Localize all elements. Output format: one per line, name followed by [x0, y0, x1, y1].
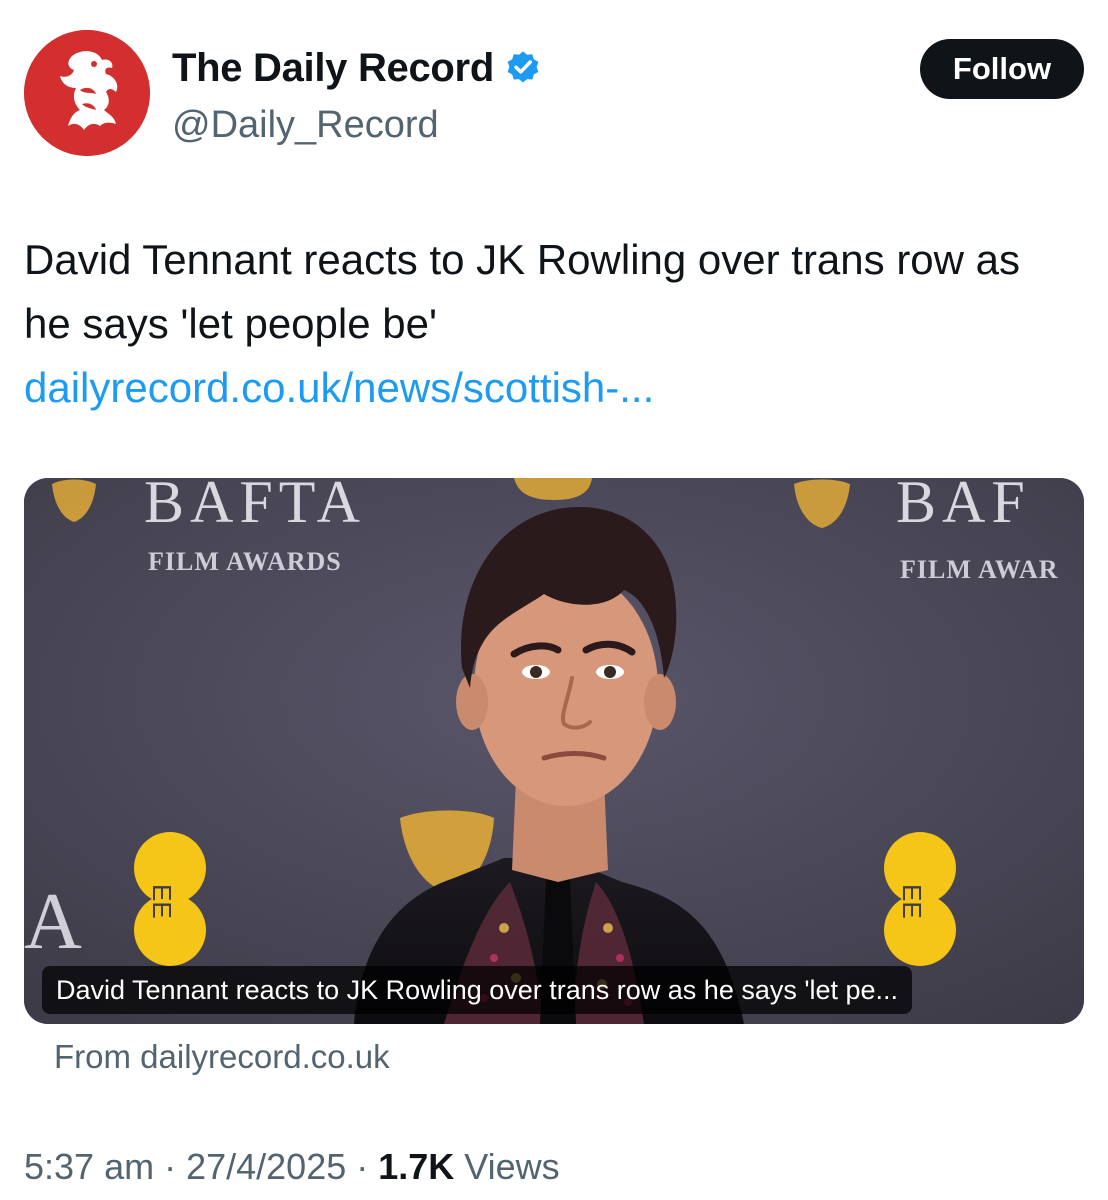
link-preview-card[interactable]: BAFTA FILM AWARDS BAF FILM AWAR A EE EE [24, 478, 1084, 1024]
tweet-link[interactable]: dailyrecord.co.uk/news/scottish-... [24, 364, 654, 411]
meta-separator: · [346, 1146, 379, 1187]
tweet-header: The Daily Record @Daily_Record Follow [24, 30, 1084, 160]
card-caption: David Tennant reacts to JK Rowling over … [42, 966, 913, 1014]
backdrop-left-edge-letter: A [24, 878, 82, 966]
meta-separator: · [154, 1146, 187, 1187]
svg-text:EE: EE [897, 884, 927, 919]
backdrop-right-title: BAF [896, 478, 1031, 535]
backdrop-left-subtitle: FILM AWARDS [148, 547, 342, 576]
backdrop-right-subtitle: FILM AWAR [900, 555, 1059, 584]
svg-text:EE: EE [147, 884, 177, 919]
display-name[interactable]: The Daily Record [172, 46, 494, 91]
account-handle[interactable]: @Daily_Record [172, 104, 542, 147]
tweet-text: David Tennant reacts to JK Rowling over … [24, 228, 1074, 420]
backdrop-left-title: BAFTA [144, 478, 366, 535]
verified-badge-icon[interactable] [504, 49, 542, 87]
account-names: The Daily Record @Daily_Record [172, 44, 542, 147]
card-source[interactable]: From dailyrecord.co.uk [54, 1038, 390, 1076]
views-count: 1.7K [378, 1146, 455, 1187]
avatar[interactable] [24, 30, 150, 156]
tweet-body: David Tennant reacts to JK Rowling over … [24, 236, 1021, 347]
tweet-meta: 5:37 am · 27/4/2025 · 1.7K Views [24, 1146, 560, 1188]
lion-rampant-icon [24, 30, 150, 156]
article-photo: BAFTA FILM AWARDS BAF FILM AWAR A EE EE [24, 478, 1084, 1024]
display-name-row: The Daily Record [172, 44, 542, 92]
follow-button[interactable]: Follow [920, 39, 1084, 99]
views-label: Views [454, 1146, 560, 1187]
tweet-date[interactable]: 27/4/2025 [186, 1146, 346, 1187]
tweet-time[interactable]: 5:37 am [24, 1146, 154, 1187]
